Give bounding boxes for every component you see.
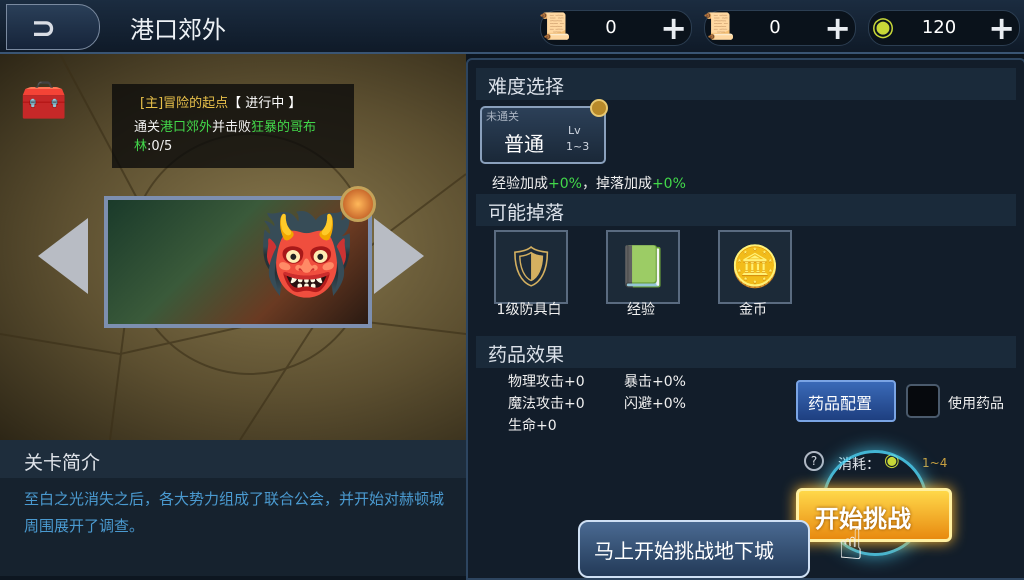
treasure-chest-icon[interactable]: 🧰	[20, 78, 67, 123]
drop-item-gold[interactable]: 🪙	[718, 230, 792, 304]
help-icon[interactable]: ?	[804, 451, 824, 471]
difficulty-lv-range: 1~3	[566, 140, 590, 153]
potion-header: 药品效果	[476, 336, 1016, 368]
stat-hp: 生命+0	[508, 418, 557, 434]
quest-description: 通关港口郊外并击败狂暴的哥布林:0/5	[134, 118, 344, 156]
currency-value: 120	[921, 17, 957, 38]
start-challenge-button[interactable]: 开始挑战	[796, 488, 952, 542]
stage-preview-image[interactable]: 👹	[104, 196, 372, 328]
drop-item-name: 经验	[627, 302, 655, 318]
quest-text: 并击败	[212, 120, 252, 135]
drop-item-name: 1级防具白	[496, 302, 562, 318]
difficulty-header: 难度选择	[476, 68, 1016, 100]
difficulty-title: 难度选择	[488, 76, 565, 98]
drops-header: 可能掉落	[476, 194, 1016, 226]
use-potion-label: 使用药品	[948, 396, 1004, 412]
stat-physical-attack: 物理攻击+0	[508, 374, 585, 390]
bonus-label: ，掉落加成	[581, 176, 652, 192]
quest-header: [主]冒险的起点【 进行中 】	[140, 92, 301, 111]
stat-critical: 暴击+0%	[624, 374, 686, 390]
prev-stage-arrow[interactable]	[38, 218, 88, 294]
drop-item-armor[interactable]: 🛡	[494, 230, 568, 304]
difficulty-tag: 未通关	[486, 110, 519, 123]
coin-icon: ◉	[871, 12, 895, 42]
tutorial-tooltip: 马上开始挑战地下城	[578, 520, 810, 578]
drop-item-name: 金币	[739, 302, 767, 318]
quest-tag: [主]	[140, 96, 164, 111]
gold-coin-icon: 🪙	[730, 244, 780, 290]
goblin-image: 👹	[258, 210, 356, 300]
use-potion-checkbox[interactable]	[906, 384, 940, 418]
bonus-text: 经验加成+0%，掉落加成+0%	[492, 173, 686, 193]
stat-magic-attack: 魔法攻击+0	[508, 396, 585, 412]
scroll-lock-icon: 📜	[538, 12, 572, 42]
currency-value: 0	[605, 17, 617, 38]
difficulty-badge-icon	[590, 99, 608, 117]
quest-name: 冒险的起点	[163, 96, 229, 111]
potion-title: 药品效果	[488, 344, 565, 366]
stat-dodge: 闪避+0%	[624, 396, 686, 412]
back-arrow-icon: ⊃	[31, 11, 57, 46]
potion-config-label: 药品配置	[808, 394, 873, 413]
cost-range: 1~4	[922, 456, 948, 470]
difficulty-name: 普通	[504, 132, 544, 156]
armor-icon: 🛡	[505, 244, 557, 290]
next-stage-arrow[interactable]	[374, 218, 424, 294]
quest-progress: :0/5	[147, 139, 173, 154]
currency-value: 0	[769, 17, 781, 38]
stage-intro-title: 关卡简介	[24, 452, 101, 474]
add-coin-button[interactable]: +	[988, 9, 1015, 47]
bonus-drop: +0%	[651, 176, 686, 192]
stage-intro-text: 至白之光消失之后，各大势力组成了联合公会，并开始对赫顿城周围展开了调查。	[24, 490, 445, 535]
currency-scroll-lock: 📜 0 +	[538, 9, 692, 47]
page-title: 港口郊外	[130, 16, 226, 44]
back-button[interactable]: ⊃	[6, 4, 100, 50]
quest-status: 【 进行中 】	[228, 96, 302, 111]
stage-badge-icon	[340, 186, 376, 222]
currency-coin: ◉ 120 +	[868, 9, 1020, 47]
bonus-exp: +0%	[548, 176, 582, 192]
drops-title: 可能掉落	[488, 202, 565, 224]
tooltip-text: 马上开始挑战地下城	[594, 539, 774, 563]
pointer-hand-icon: ☝	[838, 520, 864, 569]
drop-item-exp[interactable]: 📗	[606, 230, 680, 304]
quest-text: 通关	[134, 120, 161, 135]
potion-config-button[interactable]: 药品配置	[796, 380, 896, 422]
bonus-label: 经验加成	[492, 176, 548, 192]
add-scroll-button[interactable]: +	[824, 9, 851, 47]
currency-scroll: 📜 0 +	[702, 9, 856, 47]
add-scroll-lock-button[interactable]: +	[660, 9, 687, 47]
scroll-icon: 📜	[702, 12, 736, 42]
difficulty-lv-label: Lv	[568, 124, 581, 137]
exp-book-icon: 📗	[618, 244, 668, 290]
quest-place: 港口郊外	[160, 120, 213, 135]
